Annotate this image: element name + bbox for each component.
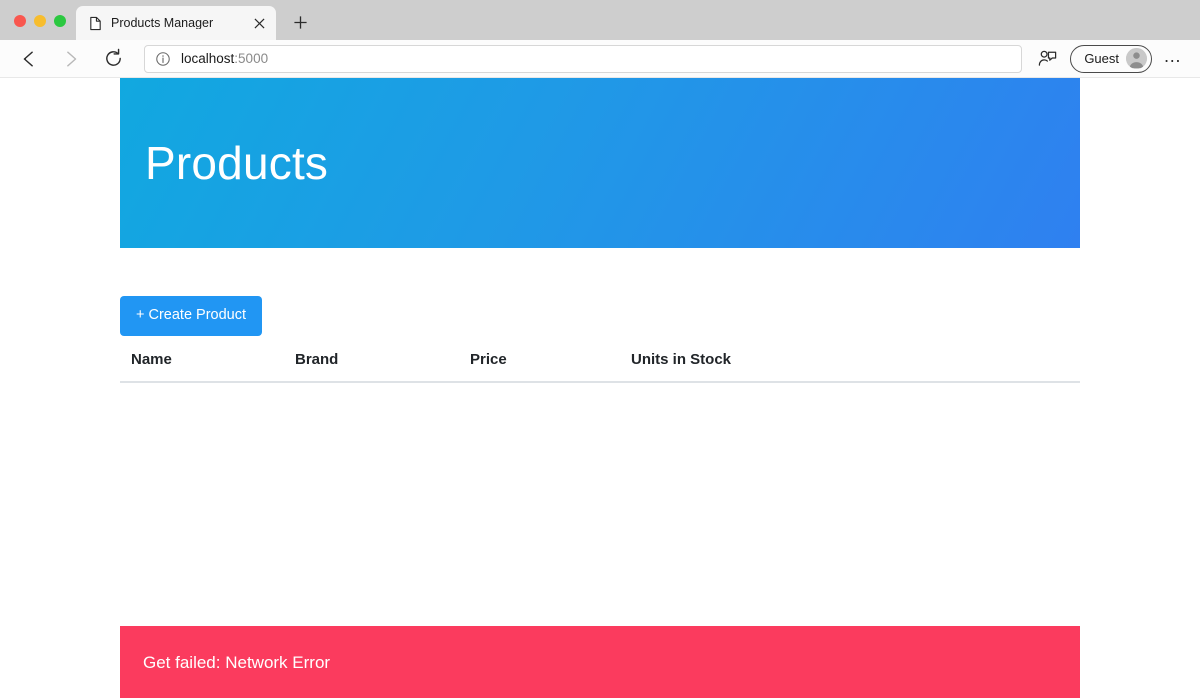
page-container: Products + Create Product Name Brand Pri… <box>120 78 1080 383</box>
new-tab-button[interactable] <box>286 8 314 36</box>
tab-title: Products Manager <box>111 16 214 30</box>
maximize-window-button[interactable] <box>54 15 66 27</box>
products-table-head: Name Brand Price Units in Stock <box>120 350 1080 383</box>
close-icon[interactable] <box>250 14 268 32</box>
minimize-window-button[interactable] <box>34 15 46 27</box>
browser-window: Products Manager localhost:5000 Guest … … <box>0 0 1200 700</box>
share-profile-icon[interactable] <box>1032 44 1062 74</box>
page-title: Products <box>145 137 329 189</box>
more-menu-label: … <box>1163 45 1183 66</box>
error-alert-message: Get failed: Network Error <box>143 652 331 672</box>
products-table: Name Brand Price Units in Stock <box>120 350 1080 383</box>
info-icon[interactable] <box>155 51 171 67</box>
back-button[interactable] <box>12 44 46 74</box>
column-header-brand[interactable]: Brand <box>295 350 470 383</box>
products-table-header-row: Name Brand Price Units in Stock <box>120 350 1080 383</box>
page-content: + Create Product Name Brand Price Units … <box>120 248 1080 383</box>
error-alert-banner: Get failed: Network Error <box>120 626 1080 698</box>
create-product-button[interactable]: + Create Product <box>120 296 263 336</box>
tab-bar: Products Manager <box>0 0 1200 40</box>
column-header-price[interactable]: Price <box>470 350 631 383</box>
reload-button[interactable] <box>96 44 130 74</box>
close-window-button[interactable] <box>14 15 26 27</box>
url-host: localhost <box>181 50 235 66</box>
url-port: :5000 <box>234 50 269 66</box>
person-avatar-icon <box>1126 48 1147 69</box>
profile-name: Guest <box>1084 51 1119 66</box>
browser-tab-products-manager[interactable]: Products Manager <box>76 6 276 40</box>
more-menu-button[interactable]: … <box>1158 44 1188 74</box>
column-header-units-in-stock[interactable]: Units in Stock <box>631 350 1080 383</box>
address-bar[interactable]: localhost:5000 <box>144 44 1023 73</box>
page-viewport: Products + Create Product Name Brand Pri… <box>0 78 1200 700</box>
column-header-name[interactable]: Name <box>120 350 295 383</box>
page-icon <box>88 16 103 31</box>
url-text: localhost:5000 <box>181 52 268 66</box>
window-controls <box>0 15 76 40</box>
page-header-banner: Products <box>120 78 1080 248</box>
profile-button[interactable]: Guest <box>1070 44 1152 73</box>
browser-toolbar: localhost:5000 Guest … <box>0 40 1200 78</box>
forward-button[interactable] <box>54 44 88 74</box>
